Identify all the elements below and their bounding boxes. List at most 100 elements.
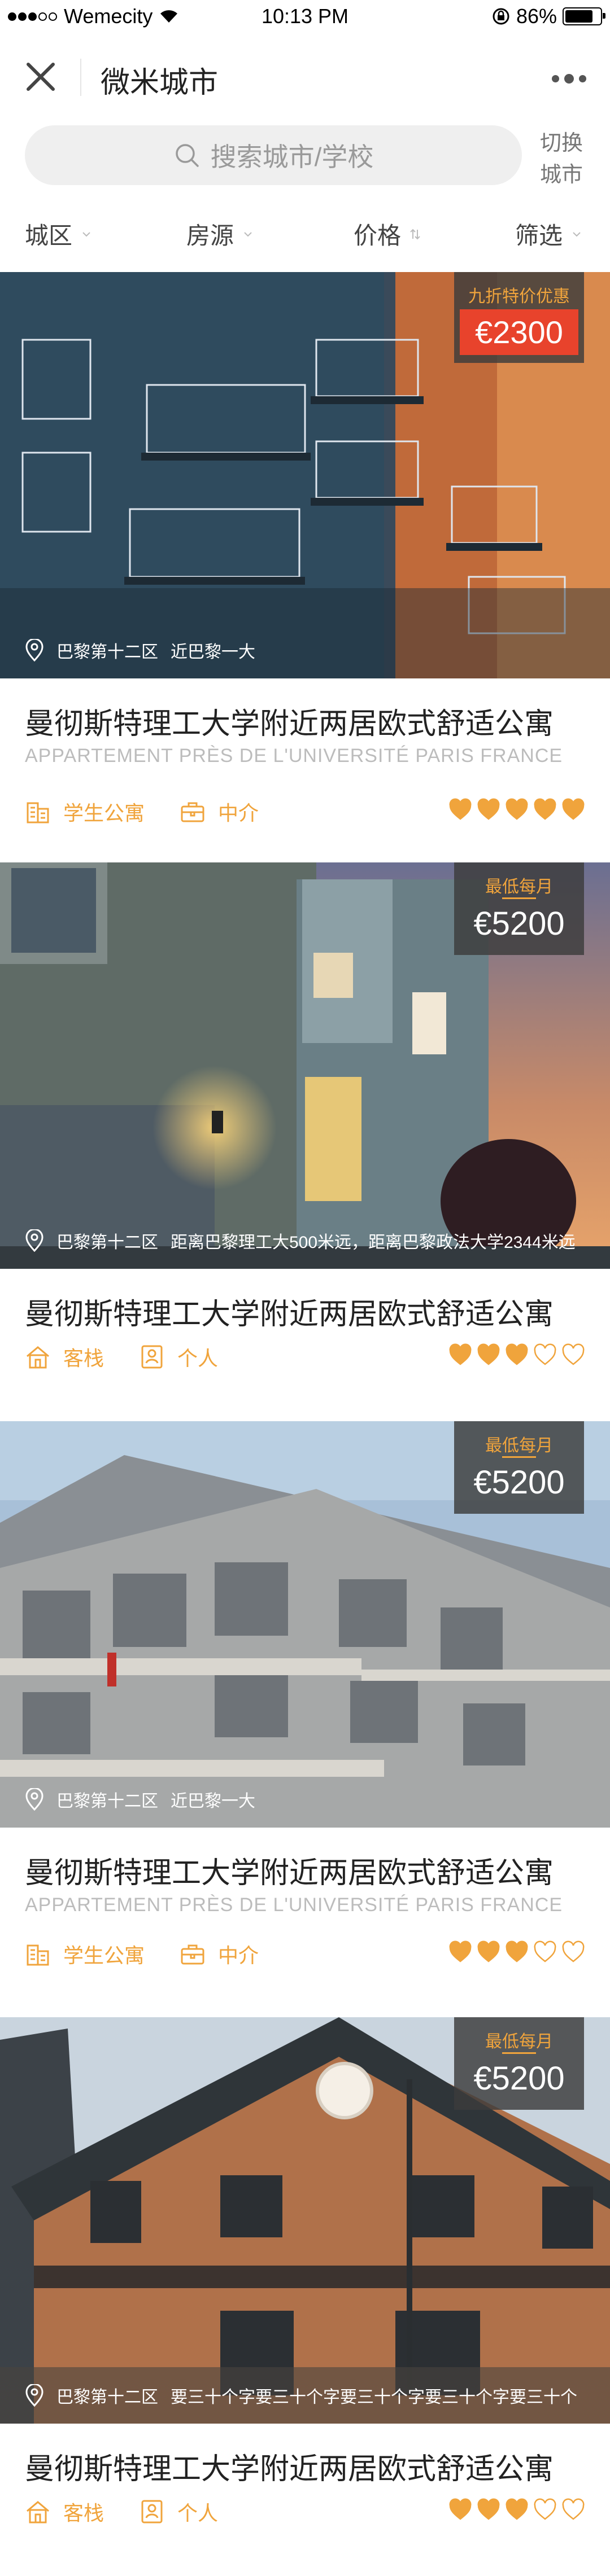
- status-bar: Wemecity 10:13 PM 86%: [0, 0, 610, 32]
- listing-subtitle: APPARTEMENT PRÈS DE L'UNIVERSITÉ PARIS F…: [25, 745, 563, 766]
- location-distance: 近巴黎一大: [171, 1792, 255, 1811]
- close-icon[interactable]: [20, 56, 61, 97]
- listing-title: 曼彻斯特理工大学附近两居欧式舒适公寓: [25, 1857, 554, 1890]
- price-value: €5200: [473, 905, 565, 942]
- price-value: €2300: [460, 309, 578, 355]
- listing-photo: 最低每月 €5200 巴黎第十二区 近巴黎一大: [0, 1421, 610, 1828]
- tag-agent-label: 个人: [177, 1347, 219, 1370]
- heart-filled-icon: [449, 2498, 472, 2520]
- tag-agent-label: 中介: [218, 1944, 259, 1967]
- heart-empty-icon: [534, 2498, 556, 2520]
- listing-subtitle: APPARTEMENT PRÈS DE L'UNIVERSITÉ PARIS F…: [25, 1894, 563, 1916]
- location-pin-icon: [25, 1788, 43, 1811]
- nav-divider: [80, 59, 81, 96]
- price-tag: 九折特价优惠 €2300: [454, 272, 584, 363]
- heart-empty-icon: [534, 1940, 556, 1962]
- heart-filled-icon: [477, 1343, 500, 1365]
- status-right: 86%: [491, 5, 605, 28]
- building-icon: [27, 1944, 49, 1966]
- filter-district[interactable]: 城区: [25, 217, 93, 251]
- tag-agent: 中介: [180, 1939, 259, 1969]
- tag-type: 客栈: [25, 2497, 104, 2526]
- listing-title: 曼彻斯特理工大学附近两居欧式舒适公寓: [25, 708, 554, 741]
- listing-info: 曼彻斯特理工大学附近两居欧式舒适公寓 客栈 个人: [0, 2424, 610, 2576]
- chevron-down-icon: [244, 231, 252, 236]
- price-divider: [502, 1456, 536, 1458]
- listing-tags: 客栈 个人: [25, 1342, 253, 1372]
- price-value: €5200: [473, 1464, 565, 1501]
- rating: [448, 1940, 585, 1963]
- tag-type-label: 学生公寓: [63, 801, 145, 825]
- location-overlay: 巴黎第十二区 距离巴黎理工大500米远，距离巴黎政法大学2344米远: [25, 1228, 576, 1253]
- listing-info: 曼彻斯特理工大学附近两居欧式舒适公寓 APPARTEMENT PRÈS DE L…: [0, 678, 610, 867]
- price-label: 最低每月: [485, 878, 553, 896]
- battery-level: [565, 10, 593, 23]
- listing-title: 曼彻斯特理工大学附近两居欧式舒适公寓: [25, 2453, 554, 2486]
- tag-type-label: 客栈: [63, 2501, 104, 2525]
- search-input[interactable]: 搜索城市/学校: [25, 125, 522, 185]
- heart-empty-icon: [562, 2498, 585, 2520]
- tag-type-label: 学生公寓: [63, 1944, 145, 1967]
- listing-info: 曼彻斯特理工大学附近两居欧式舒适公寓 APPARTEMENT PRÈS DE L…: [0, 1828, 610, 2016]
- filter-label: 价格: [354, 222, 402, 249]
- listing-photo: 最低每月 €5200 巴黎第十二区 距离巴黎理工大500米远，距离巴黎政法大学2…: [0, 862, 610, 1269]
- listing-title: 曼彻斯特理工大学附近两居欧式舒适公寓: [25, 1298, 554, 1331]
- heart-filled-icon: [477, 2498, 500, 2520]
- listing-tags: 学生公寓 中介: [25, 797, 294, 826]
- tag-agent: 个人: [139, 2497, 218, 2526]
- tag-agent: 中介: [180, 797, 259, 826]
- heart-empty-icon: [562, 1343, 585, 1365]
- rating: [448, 2498, 585, 2521]
- listing-card[interactable]: 最低每月 €5200 巴黎第十二区 要三十个字要三十个字要三十个字要三十个字要三…: [0, 2017, 610, 2576]
- heart-filled-icon: [534, 798, 556, 820]
- heart-filled-icon: [506, 1343, 528, 1365]
- listing-card[interactable]: 最低每月 €5200 巴黎第十二区 距离巴黎理工大500米远，距离巴黎政法大学2…: [0, 862, 610, 1421]
- switch-city-button[interactable]: 切换城市: [538, 128, 585, 191]
- briefcase-icon: [181, 1944, 204, 1965]
- tag-type: 学生公寓: [25, 797, 145, 826]
- search-row: 搜索城市/学校 切换城市: [0, 122, 610, 187]
- price-value: €5200: [473, 2060, 565, 2097]
- more-icon[interactable]: [552, 64, 586, 93]
- price-divider: [502, 897, 536, 899]
- price-divider: [502, 2052, 536, 2054]
- price-tag: 最低每月 €5200: [454, 1421, 584, 1514]
- filter-label: 房源: [186, 222, 234, 249]
- listing-card[interactable]: 九折特价优惠 €2300 巴黎第十二区 近巴黎一大 曼彻斯特理工大学附近两居欧式…: [0, 272, 610, 862]
- location-distance: 要三十个字要三十个字要三十个字要三十个字要三十个: [171, 2388, 577, 2407]
- heart-filled-icon: [449, 1343, 472, 1365]
- chevron-down-icon: [573, 231, 581, 236]
- location-pin-icon: [25, 639, 43, 661]
- location-overlay: 巴黎第十二区 要三十个字要三十个字要三十个字要三十个字要三十个: [25, 2383, 577, 2408]
- tag-type: 客栈: [25, 1342, 104, 1372]
- location-overlay: 巴黎第十二区 近巴黎一大: [25, 1787, 255, 1812]
- heart-filled-icon: [477, 798, 500, 820]
- tag-agent: 个人: [139, 1342, 218, 1372]
- heart-filled-icon: [562, 798, 585, 820]
- heart-filled-icon: [477, 1940, 500, 1962]
- price-tag: 最低每月 €5200: [454, 862, 584, 955]
- price-tag: 最低每月 €5200: [454, 2017, 584, 2110]
- house-icon: [27, 2501, 49, 2524]
- listing-info: 曼彻斯特理工大学附近两居欧式舒适公寓 客栈 个人: [0, 1269, 610, 1421]
- sort-icon: [410, 229, 420, 239]
- filter-housing[interactable]: 房源: [186, 217, 254, 251]
- filter-more[interactable]: 筛选: [515, 217, 583, 251]
- listing-tags: 学生公寓 中介: [25, 1939, 294, 1969]
- location-pin-icon: [25, 1229, 43, 1252]
- location-pin-icon: [25, 2384, 43, 2407]
- listing-photo: 九折特价优惠 €2300 巴黎第十二区 近巴黎一大: [0, 272, 610, 678]
- tag-agent-label: 个人: [177, 2501, 219, 2525]
- heart-filled-icon: [506, 1940, 528, 1962]
- location-distance: 距离巴黎理工大500米远，距离巴黎政法大学2344米远: [171, 1233, 576, 1252]
- battery-icon: [563, 7, 605, 25]
- filter-price[interactable]: 价格: [354, 217, 421, 251]
- location-district: 巴黎第十二区: [56, 643, 158, 661]
- briefcase-icon: [181, 802, 204, 822]
- filter-bar: 城区 房源 价格 筛选: [0, 187, 610, 272]
- rotation-lock-icon: [493, 8, 509, 25]
- listing-card[interactable]: 最低每月 €5200 巴黎第十二区 近巴黎一大 曼彻斯特理工大学附近两居欧式舒适…: [0, 1421, 610, 2017]
- heart-filled-icon: [506, 798, 528, 820]
- tag-type: 学生公寓: [25, 1939, 145, 1969]
- heart-empty-icon: [534, 1343, 556, 1365]
